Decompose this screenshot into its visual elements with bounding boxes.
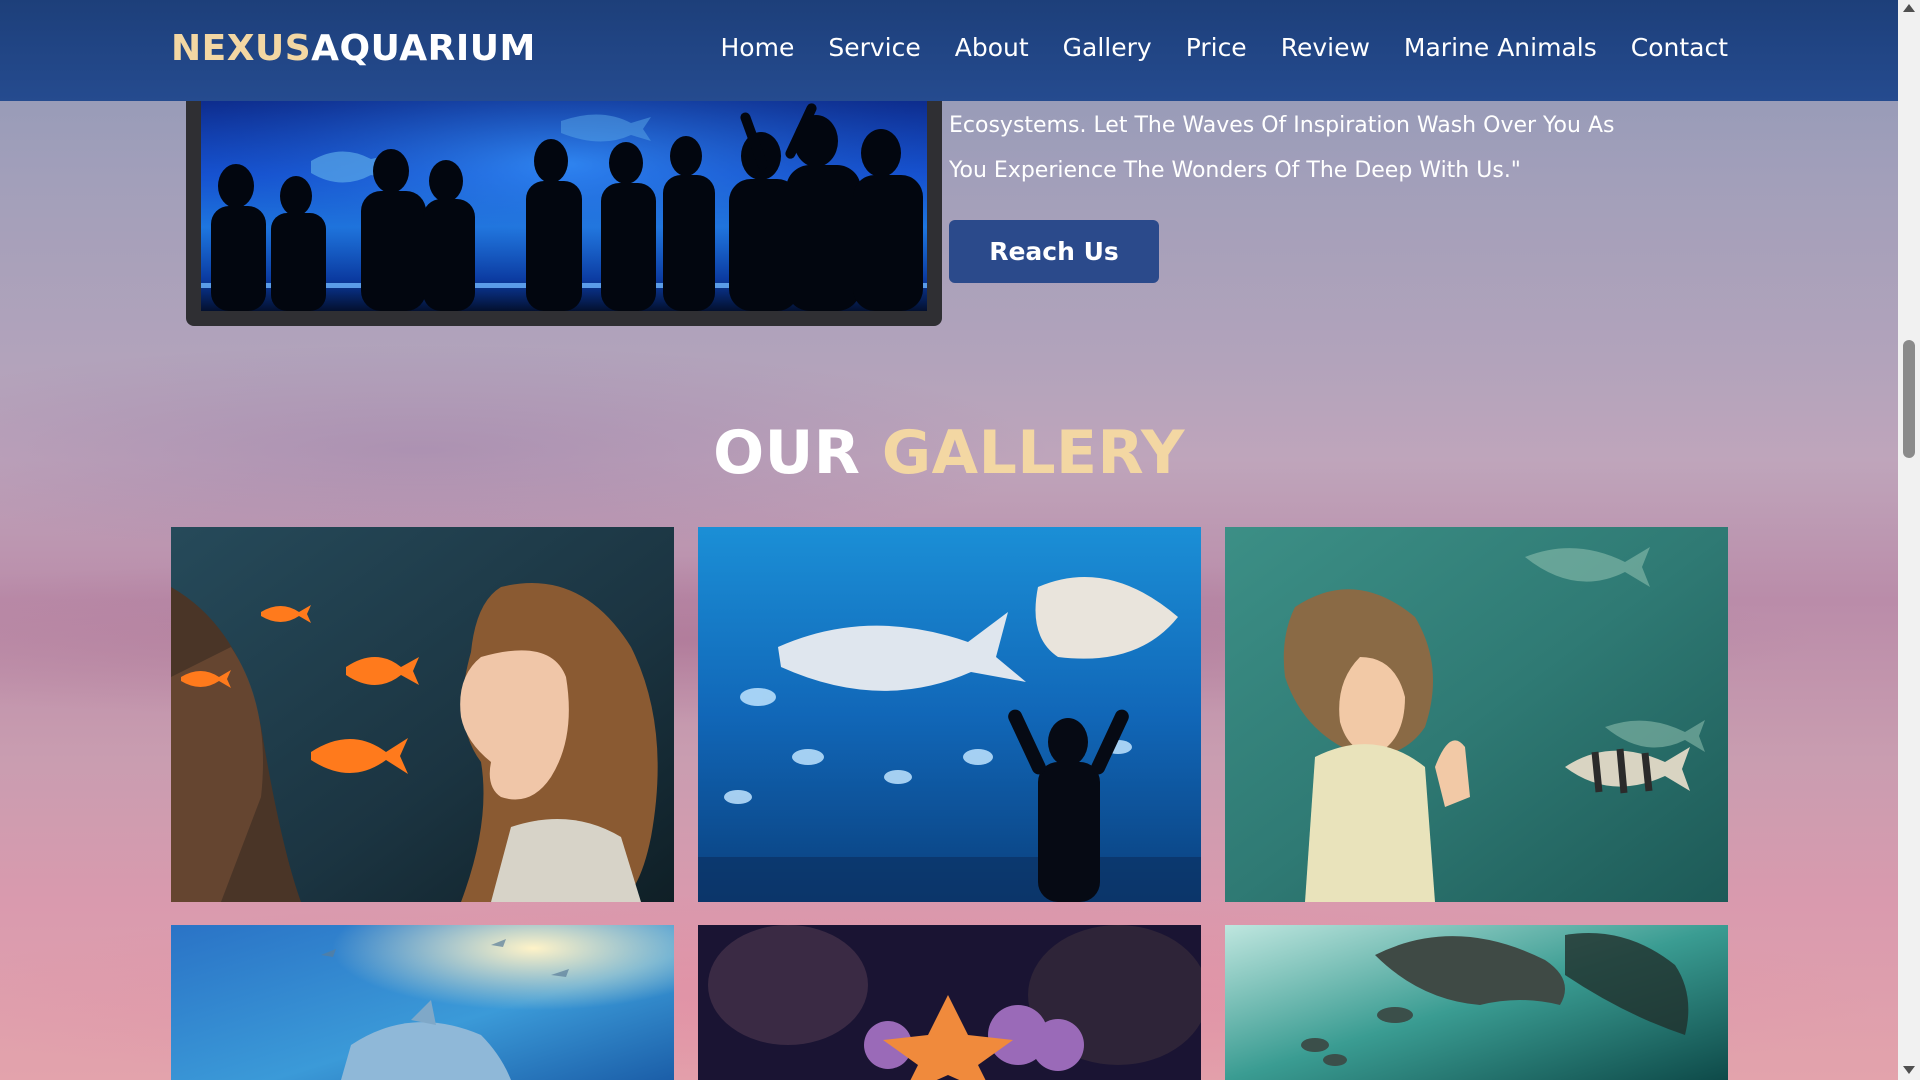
gallery-image-boy-sharks[interactable] bbox=[698, 527, 1201, 902]
nav-link-contact[interactable]: Contact bbox=[1631, 33, 1728, 62]
page-scrollbar[interactable] bbox=[1898, 0, 1920, 1080]
gallery-title-our: OUR bbox=[713, 418, 861, 488]
scroll-up-arrow-icon[interactable] bbox=[1903, 4, 1915, 12]
gallery-title-gallery: GALLERY bbox=[881, 418, 1185, 488]
site-header: NEXUSAQUARIUM Home Service About Gallery… bbox=[0, 0, 1898, 101]
scrollbar-thumb[interactable] bbox=[1903, 340, 1915, 458]
logo-part-aquarium: AQUARIUM bbox=[311, 28, 536, 69]
reach-us-button[interactable]: Reach Us bbox=[949, 220, 1159, 283]
nav-link-review[interactable]: Review bbox=[1281, 33, 1370, 62]
gallery-image-girl-fish-tank[interactable] bbox=[1225, 527, 1728, 902]
nav-link-price[interactable]: Price bbox=[1186, 33, 1247, 62]
gallery-image-starfish[interactable] bbox=[698, 925, 1201, 1080]
nav-link-marine-animals[interactable]: Marine Animals bbox=[1404, 33, 1597, 62]
hero-image-frame bbox=[186, 101, 942, 326]
nav-link-service[interactable]: Service bbox=[828, 33, 920, 62]
site-logo[interactable]: NEXUSAQUARIUM bbox=[171, 28, 536, 69]
hero-text-line-2: You Experience The Wonders Of The Deep W… bbox=[949, 158, 1521, 183]
gallery-title: OUR GALLERY bbox=[0, 418, 1898, 488]
gallery-image-dolphin[interactable] bbox=[171, 925, 674, 1080]
logo-part-nexus: NEXUS bbox=[171, 28, 312, 69]
nav-link-home[interactable]: Home bbox=[721, 33, 795, 62]
nav-link-gallery[interactable]: Gallery bbox=[1063, 33, 1152, 62]
main-nav: Home Service About Gallery Price Review … bbox=[721, 33, 1729, 62]
hero-text-line-1: Ecosystems. Let The Waves Of Inspiration… bbox=[949, 113, 1615, 138]
gallery-image-girl-goldfish[interactable] bbox=[171, 527, 674, 902]
aquarium-visitors-image bbox=[201, 101, 927, 311]
gallery-image-manatee[interactable] bbox=[1225, 925, 1728, 1080]
hero-description: Ecosystems. Let The Waves Of Inspiration… bbox=[949, 103, 1649, 193]
nav-link-about[interactable]: About bbox=[955, 33, 1029, 62]
scroll-down-arrow-icon[interactable] bbox=[1903, 1066, 1915, 1074]
